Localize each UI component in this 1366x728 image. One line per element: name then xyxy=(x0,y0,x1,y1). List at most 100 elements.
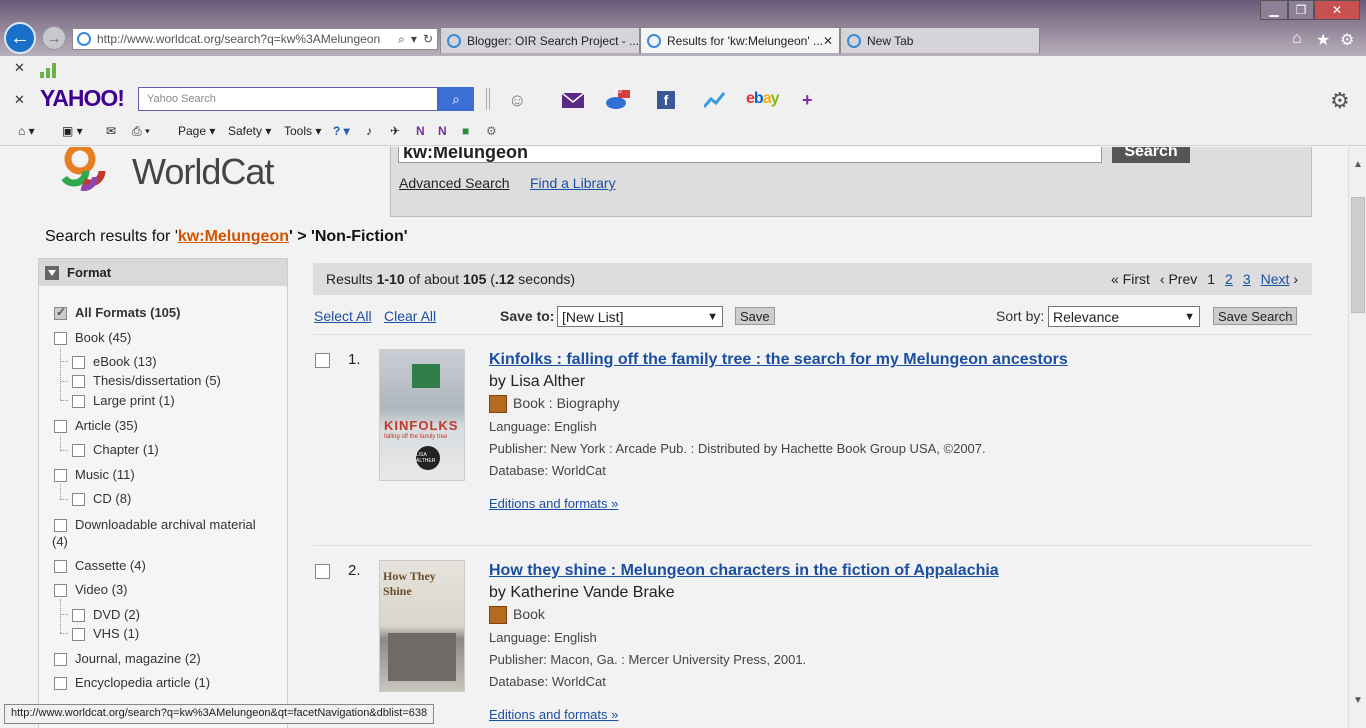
read-mail-icon[interactable]: ✉ xyxy=(106,124,116,138)
scrollbar-thumb[interactable] xyxy=(1351,197,1365,313)
collapse-toggle-icon[interactable] xyxy=(45,265,59,280)
checkbox[interactable] xyxy=(54,420,67,434)
page-3-link[interactable]: 3 xyxy=(1243,271,1251,287)
tools-menu[interactable]: Tools ▾ xyxy=(284,124,321,138)
breadcrumb-query-link[interactable]: kw:Melungeon xyxy=(178,228,289,245)
search-input[interactable]: kw:Melungeon xyxy=(398,147,1102,163)
onenote-icon[interactable]: N xyxy=(416,124,425,138)
editions-formats-link[interactable]: Editions and formats » xyxy=(489,707,618,722)
close-window-button[interactable]: ✕ xyxy=(1314,0,1360,20)
clear-all-link[interactable]: Clear All xyxy=(384,308,436,324)
home-icon[interactable]: ⌂ xyxy=(1292,30,1302,48)
checkbox[interactable] xyxy=(54,584,67,598)
facet-dvd[interactable]: DVD (2) xyxy=(72,607,140,623)
first-page-link[interactable]: « First xyxy=(1111,271,1150,287)
facet-music[interactable]: Music (11) xyxy=(54,467,135,483)
facet-thesis[interactable]: Thesis/dissertation (5) xyxy=(72,373,221,389)
next-page-link[interactable]: Next › xyxy=(1261,271,1298,287)
mail-icon[interactable] xyxy=(561,92,585,111)
facet-book[interactable]: Book (45) xyxy=(54,330,131,346)
advanced-search-link[interactable]: Advanced Search xyxy=(399,175,510,191)
facet-archival-count[interactable]: (4) xyxy=(52,534,68,549)
result-title-link[interactable]: How they shine : Melungeon characters in… xyxy=(489,562,999,580)
checkbox[interactable] xyxy=(72,395,85,409)
tools-gear-icon[interactable]: ⚙ xyxy=(1340,30,1354,50)
favorites-star-icon[interactable]: ★ xyxy=(1316,30,1330,50)
finance-chart-icon[interactable] xyxy=(702,91,726,112)
checkbox[interactable] xyxy=(72,609,85,623)
facebook-icon[interactable]: f xyxy=(657,91,675,109)
facet-video[interactable]: Video (3) xyxy=(54,582,128,598)
facet-vhs[interactable]: VHS (1) xyxy=(72,626,139,642)
prev-page-link[interactable]: ‹ Prev xyxy=(1160,271,1197,287)
gear-addon-icon[interactable]: ⚙ xyxy=(486,124,497,138)
facet-all-formats[interactable]: All Formats (105) xyxy=(54,305,180,321)
vertical-scrollbar[interactable]: ▲ ▼ xyxy=(1348,147,1366,728)
maximize-button[interactable]: ❐ xyxy=(1288,0,1314,20)
rss-feed-icon[interactable]: ▣ ▾ xyxy=(62,124,83,138)
yahoo-search-button[interactable]: ⌕ xyxy=(438,87,474,111)
editions-formats-link[interactable]: Editions and formats » xyxy=(489,496,618,511)
sort-by-select[interactable]: Relevance ▼ xyxy=(1048,306,1200,327)
select-all-link[interactable]: Select All xyxy=(314,308,372,324)
facet-encyclopedia[interactable]: Encyclopedia article (1) xyxy=(54,675,210,691)
facet-ebook[interactable]: eBook (13) xyxy=(72,354,157,370)
yahoo-search-input[interactable]: Yahoo Search xyxy=(138,87,438,111)
book-cover-image[interactable]: KINFOLKS falling off the family tree LIS… xyxy=(379,349,465,481)
ebay-icon[interactable]: ebay xyxy=(746,90,779,108)
facet-cd[interactable]: CD (8) xyxy=(72,491,131,507)
facet-chapter[interactable]: Chapter (1) xyxy=(72,442,159,458)
search-icon[interactable]: ⌕ xyxy=(398,32,405,47)
worldcat-logo[interactable]: WorldCat xyxy=(132,151,274,193)
checkbox[interactable] xyxy=(54,653,67,667)
checkbox[interactable] xyxy=(72,444,85,458)
book-cover-image[interactable]: How They Shine xyxy=(379,560,465,692)
facet-archival[interactable]: Downloadable archival material xyxy=(54,517,256,533)
research-icon[interactable]: ♪ xyxy=(366,124,372,138)
checkbox[interactable] xyxy=(54,469,67,483)
save-to-select[interactable]: [New List] ▼ xyxy=(557,306,723,327)
refresh-icon[interactable]: ↻ xyxy=(423,32,433,47)
checkbox[interactable] xyxy=(54,560,67,574)
checkbox[interactable] xyxy=(54,677,67,691)
scroll-up-icon[interactable]: ▲ xyxy=(1353,159,1363,170)
facet-header[interactable]: Format xyxy=(39,259,287,286)
facet-article[interactable]: Article (35) xyxy=(54,418,138,434)
find-library-link[interactable]: Find a Library xyxy=(530,175,616,191)
facet-journal[interactable]: Journal, magazine (2) xyxy=(54,651,201,667)
dropdown-icon[interactable]: ▾ xyxy=(411,32,417,47)
save-search-button[interactable]: Save Search xyxy=(1213,307,1298,325)
result-title-link[interactable]: Kinfolks : falling off the family tree :… xyxy=(489,351,1068,369)
page-menu[interactable]: Page ▾ xyxy=(178,124,215,138)
address-bar[interactable]: http://www.worldcat.org/search?q=kw%3AMe… xyxy=(72,28,438,50)
close-tab-icon[interactable]: ✕ xyxy=(823,34,833,48)
send-icon[interactable]: ✈ xyxy=(390,124,400,138)
tab-blogger[interactable]: Blogger: OIR Search Project - ... xyxy=(440,27,640,53)
evernote-icon[interactable]: ■ xyxy=(462,124,469,138)
onenote-linked-icon[interactable]: N xyxy=(438,124,447,138)
address-url[interactable]: http://www.worldcat.org/search?q=kw%3AMe… xyxy=(97,32,380,46)
checkbox[interactable] xyxy=(72,356,85,370)
help-icon[interactable]: ? ▾ xyxy=(333,124,350,138)
scroll-down-icon[interactable]: ▼ xyxy=(1353,695,1363,706)
tab-results[interactable]: Results for 'kw:Melungeon' ... ✕ xyxy=(640,27,840,53)
checkbox[interactable] xyxy=(54,519,67,533)
checkbox[interactable] xyxy=(54,305,67,321)
search-button[interactable]: Search xyxy=(1112,147,1190,163)
worldcat-logo-icon[interactable] xyxy=(56,147,116,195)
checkbox[interactable] xyxy=(72,628,85,642)
checkbox[interactable] xyxy=(72,375,85,389)
facet-large-print[interactable]: Large print (1) xyxy=(72,393,175,409)
close-toolbar-icon[interactable]: ✕ xyxy=(14,60,25,76)
forward-button[interactable]: → xyxy=(42,26,66,50)
safety-menu[interactable]: Safety ▾ xyxy=(228,124,271,138)
emoji-icon[interactable]: ☺ xyxy=(508,90,526,111)
tab-new[interactable]: New Tab xyxy=(840,27,1040,53)
settings-gear-icon[interactable]: ⚙ xyxy=(1330,88,1350,114)
page-2-link[interactable]: 2 xyxy=(1225,271,1233,287)
minimize-button[interactable]: ▁ xyxy=(1260,0,1288,20)
facet-cassette[interactable]: Cassette (4) xyxy=(54,558,146,574)
result-checkbox[interactable] xyxy=(315,353,330,368)
print-icon[interactable]: ⎙ ▾ xyxy=(132,124,150,139)
result-checkbox[interactable] xyxy=(315,564,330,579)
